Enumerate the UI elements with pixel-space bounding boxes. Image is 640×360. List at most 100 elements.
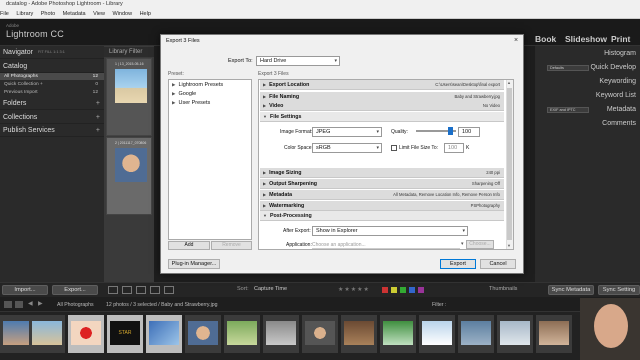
filmstrip-thumb[interactable] <box>341 315 377 353</box>
secondary-display-icon[interactable] <box>15 301 23 308</box>
export-to-select[interactable]: Hard Drive ▾ <box>256 56 340 66</box>
section-watermarking[interactable]: ▶ Watermarking PSPhotography <box>260 201 504 211</box>
filmstrip-source[interactable]: All Photographs <box>57 302 94 308</box>
limit-file-size-input[interactable]: 100 <box>444 143 464 153</box>
expand-arrow-icon: ▶ <box>172 100 176 105</box>
cancel-button[interactable]: Cancel <box>480 259 516 269</box>
export-button-bottom[interactable]: Export... <box>52 285 98 295</box>
menu-metadata[interactable]: Metadata <box>63 11 86 17</box>
keywording-header[interactable]: Keywording <box>540 76 638 88</box>
catalog-item-all[interactable]: All Photographs 12 <box>0 73 104 80</box>
menu-library[interactable]: Library <box>16 11 33 17</box>
filmstrip-thumb[interactable] <box>29 315 65 353</box>
preset-folder-google[interactable]: ▶ Google <box>172 91 196 97</box>
menu-photo[interactable]: Photo <box>41 11 55 17</box>
quality-input[interactable]: 100 <box>458 127 480 137</box>
filmstrip-thumb[interactable] <box>536 315 572 353</box>
catalog-item-previous[interactable]: Previous Import 12 <box>0 89 104 96</box>
plugin-manager-button[interactable]: Plug-in Manager... <box>168 259 220 269</box>
survey-view-icon[interactable] <box>150 286 160 294</box>
limit-file-size-unit: K <box>466 145 470 151</box>
menu-window[interactable]: Window <box>112 11 132 17</box>
second-window-icon[interactable] <box>4 301 12 308</box>
module-slideshow[interactable]: Slideshow <box>565 34 607 44</box>
section-video[interactable]: ▶ Video No Video <box>260 101 504 111</box>
application-select[interactable]: Choose an application... <box>312 242 460 249</box>
color-label-yellow[interactable] <box>391 287 397 293</box>
sync-metadata-button[interactable]: Sync Metadata <box>548 285 594 295</box>
filmstrip-thumb-selected[interactable] <box>68 315 104 353</box>
section-export-location[interactable]: ▶ Export Location C:\Users\sean\Desktop\fi… <box>260 80 504 90</box>
grid-cell[interactable]: 2 | 2011117_070806 <box>106 137 152 215</box>
metadata-header[interactable]: Metadata <box>540 104 638 116</box>
limit-file-size-checkbox[interactable] <box>391 145 397 151</box>
color-label-red[interactable] <box>382 287 388 293</box>
publish-services-header[interactable]: Publish Services + <box>0 125 104 137</box>
sync-settings-button[interactable]: Sync Setting <box>598 285 640 295</box>
folders-header[interactable]: Folders + <box>0 98 104 110</box>
keyword-list-header[interactable]: Keyword List <box>540 90 638 102</box>
scroll-up-icon[interactable]: ▲ <box>507 80 511 85</box>
section-image-sizing[interactable]: ▶ Image Sizing 240 ppi <box>260 168 504 178</box>
add-collection-icon[interactable]: + <box>96 112 100 124</box>
add-preset-button[interactable]: Add <box>168 241 210 250</box>
add-publish-icon[interactable]: + <box>96 125 100 137</box>
grid-cell[interactable]: 1 | 13_2015-05-16 <box>106 58 152 136</box>
menu-help[interactable]: Help <box>140 11 151 17</box>
filmstrip-thumb[interactable] <box>419 315 455 353</box>
chevron-down-icon[interactable]: ▾ <box>461 241 464 247</box>
close-icon[interactable]: × <box>514 37 518 44</box>
sort-select[interactable]: Capture Time <box>254 286 287 292</box>
after-export-select[interactable]: Show in Explorer ▾ <box>312 226 468 236</box>
color-space-select[interactable]: sRGB ▾ <box>312 143 382 153</box>
import-button[interactable]: Import... <box>2 285 48 295</box>
histogram-header[interactable]: Histogram <box>540 48 638 60</box>
loupe-view-icon[interactable] <box>122 286 132 294</box>
forward-arrow-icon[interactable]: ▶ <box>38 300 43 307</box>
catalog-item-quick[interactable]: Quick Collection +0 <box>0 81 104 88</box>
menu-file[interactable]: File <box>0 11 9 17</box>
compare-view-icon[interactable] <box>136 286 146 294</box>
filmstrip-thumb[interactable] <box>497 315 533 353</box>
filmstrip-thumb[interactable] <box>185 315 221 353</box>
remove-preset-button[interactable]: Remove <box>211 241 252 250</box>
catalog-header[interactable]: Catalog <box>0 61 104 73</box>
people-view-icon[interactable] <box>164 286 174 294</box>
navigator-zoom-options[interactable]: FIT FILL 1:1 3:1 <box>38 50 65 54</box>
comments-header[interactable]: Comments <box>540 118 638 130</box>
filmstrip-thumb[interactable] <box>224 315 260 353</box>
filmstrip-thumb[interactable] <box>302 315 338 353</box>
color-label-blue[interactable] <box>409 287 415 293</box>
filmstrip-thumb-selected[interactable] <box>146 315 182 353</box>
scroll-down-icon[interactable]: ▼ <box>507 243 511 248</box>
quick-develop-header[interactable]: Quick Develop <box>540 62 638 74</box>
back-arrow-icon[interactable]: ◀ <box>28 300 33 307</box>
preset-folder-lightroom[interactable]: ▶ Lightroom Presets <box>172 82 223 88</box>
menu-view[interactable]: View <box>93 11 105 17</box>
module-book[interactable]: Book <box>535 34 556 44</box>
settings-scroll-thumb[interactable] <box>507 88 512 240</box>
export-button[interactable]: Export <box>440 259 476 269</box>
color-label-purple[interactable] <box>418 287 424 293</box>
filmstrip-thumb[interactable] <box>380 315 416 353</box>
image-format-select[interactable]: JPEG ▾ <box>312 127 382 137</box>
filmstrip-thumb[interactable] <box>458 315 494 353</box>
section-post-processing[interactable]: ▼ Post-Processing <box>260 211 504 221</box>
library-filter-bar[interactable]: Library Filter <box>104 47 154 57</box>
filmstrip-thumb[interactable] <box>263 315 299 353</box>
collections-header[interactable]: Collections + <box>0 112 104 124</box>
section-metadata[interactable]: ▶ Metadata All Metadata, Remove Location I… <box>260 190 504 200</box>
grid-view-icon[interactable] <box>108 286 118 294</box>
section-file-settings[interactable]: ▼ File Settings <box>260 112 504 122</box>
preset-folder-user[interactable]: ▶ User Presets <box>172 100 210 106</box>
quality-slider-knob[interactable] <box>448 127 453 135</box>
color-label-green[interactable] <box>400 287 406 293</box>
choose-application-button[interactable]: Choose... <box>466 240 494 249</box>
image-format-label: Image Format: <box>280 129 313 135</box>
rating-stars[interactable]: ★★★★★ <box>338 286 370 293</box>
add-folder-icon[interactable]: + <box>96 98 100 110</box>
module-print[interactable]: Print <box>611 34 630 44</box>
filmstrip-thumb-selected[interactable]: STAR <box>107 315 143 353</box>
section-label: File Naming <box>269 94 300 100</box>
section-output-sharpening[interactable]: ▶ Output Sharpening Sharpening Off <box>260 179 504 189</box>
